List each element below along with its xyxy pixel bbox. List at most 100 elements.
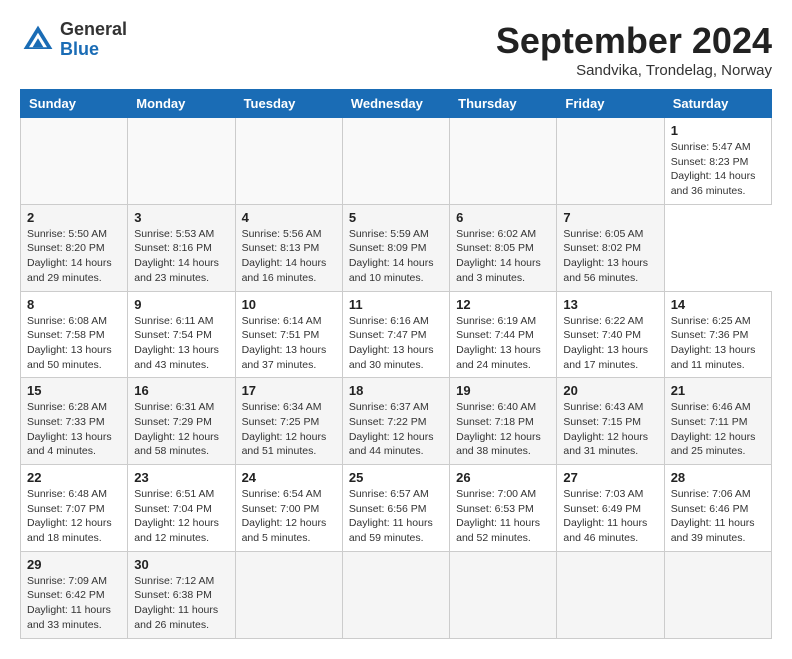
day-detail: Sunrise: 6:46 AMSunset: 7:11 PMDaylight:… [671,400,765,459]
day-number: 17 [242,383,336,398]
calendar-cell: 23 Sunrise: 6:51 AMSunset: 7:04 PMDayligh… [128,465,235,552]
day-number: 5 [349,210,443,225]
calendar-cell: 19 Sunrise: 6:40 AMSunset: 7:18 PMDayligh… [450,378,557,465]
day-detail: Sunrise: 6:16 AMSunset: 7:47 PMDaylight:… [349,314,443,373]
day-detail: Sunrise: 6:40 AMSunset: 7:18 PMDaylight:… [456,400,550,459]
column-header-monday: Monday [128,90,235,118]
day-number: 29 [27,557,121,572]
column-header-thursday: Thursday [450,90,557,118]
column-header-sunday: Sunday [21,90,128,118]
month-title: September 2024 [496,20,772,62]
day-number: 21 [671,383,765,398]
calendar-cell: 28 Sunrise: 7:06 AMSunset: 6:46 PMDayligh… [664,465,771,552]
calendar-cell [342,551,449,638]
day-number: 9 [134,297,228,312]
day-detail: Sunrise: 6:51 AMSunset: 7:04 PMDaylight:… [134,487,228,546]
day-number: 3 [134,210,228,225]
calendar-cell: 12Sunrise: 6:19 AMSunset: 7:44 PMDayligh… [450,291,557,378]
column-header-tuesday: Tuesday [235,90,342,118]
page-header: General Blue September 2024 Sandvika, Tr… [20,20,772,79]
calendar-week-row: 2 Sunrise: 5:50 AMSunset: 8:20 PMDaylight… [21,204,772,291]
calendar-cell: 15Sunrise: 6:28 AMSunset: 7:33 PMDayligh… [21,378,128,465]
day-detail: Sunrise: 6:34 AMSunset: 7:25 PMDaylight:… [242,400,336,459]
day-detail: Sunrise: 7:00 AMSunset: 6:53 PMDaylight:… [456,487,550,546]
day-number: 8 [27,297,121,312]
logo: General Blue [20,20,127,60]
calendar-cell [557,118,664,205]
calendar-cell: 21 Sunrise: 6:46 AMSunset: 7:11 PMDayligh… [664,378,771,465]
day-number: 25 [349,470,443,485]
calendar-cell [235,551,342,638]
day-number: 30 [134,557,228,572]
calendar-week-row: 29 Sunrise: 7:09 AMSunset: 6:42 PMDayligh… [21,551,772,638]
logo-icon [20,22,56,58]
calendar-table: SundayMondayTuesdayWednesdayThursdayFrid… [20,89,772,639]
calendar-cell [450,118,557,205]
column-header-saturday: Saturday [664,90,771,118]
day-detail: Sunrise: 5:56 AMSunset: 8:13 PMDaylight:… [242,227,336,286]
day-number: 1 [671,123,765,138]
day-number: 26 [456,470,550,485]
calendar-cell: 2 Sunrise: 5:50 AMSunset: 8:20 PMDaylight… [21,204,128,291]
calendar-cell: 8 Sunrise: 6:08 AMSunset: 7:58 PMDaylight… [21,291,128,378]
calendar-cell: 3Sunrise: 5:53 AMSunset: 8:16 PMDaylight… [128,204,235,291]
calendar-cell [128,118,235,205]
calendar-week-row: 15Sunrise: 6:28 AMSunset: 7:33 PMDayligh… [21,378,772,465]
day-detail: Sunrise: 6:22 AMSunset: 7:40 PMDaylight:… [563,314,657,373]
day-detail: Sunrise: 5:47 AMSunset: 8:23 PMDaylight:… [671,140,765,199]
calendar-cell: 29 Sunrise: 7:09 AMSunset: 6:42 PMDayligh… [21,551,128,638]
calendar-cell: 20 Sunrise: 6:43 AMSunset: 7:15 PMDayligh… [557,378,664,465]
day-detail: Sunrise: 6:05 AMSunset: 8:02 PMDaylight:… [563,227,657,286]
day-detail: Sunrise: 6:11 AMSunset: 7:54 PMDaylight:… [134,314,228,373]
calendar-cell: 27 Sunrise: 7:03 AMSunset: 6:49 PMDayligh… [557,465,664,552]
calendar-cell [557,551,664,638]
day-detail: Sunrise: 6:19 AMSunset: 7:44 PMDaylight:… [456,314,550,373]
day-number: 28 [671,470,765,485]
calendar-cell: 5 Sunrise: 5:59 AMSunset: 8:09 PMDaylight… [342,204,449,291]
day-detail: Sunrise: 6:28 AMSunset: 7:33 PMDaylight:… [27,400,121,459]
day-number: 18 [349,383,443,398]
calendar-week-row: 1 Sunrise: 5:47 AMSunset: 8:23 PMDaylight… [21,118,772,205]
column-header-friday: Friday [557,90,664,118]
calendar-cell: 1 Sunrise: 5:47 AMSunset: 8:23 PMDaylight… [664,118,771,205]
day-number: 7 [563,210,657,225]
calendar-cell [342,118,449,205]
day-detail: Sunrise: 7:03 AMSunset: 6:49 PMDaylight:… [563,487,657,546]
day-detail: Sunrise: 5:50 AMSunset: 8:20 PMDaylight:… [27,227,121,286]
day-number: 2 [27,210,121,225]
calendar-cell: 30 Sunrise: 7:12 AMSunset: 6:38 PMDayligh… [128,551,235,638]
calendar-cell: 16Sunrise: 6:31 AMSunset: 7:29 PMDayligh… [128,378,235,465]
day-detail: Sunrise: 6:08 AMSunset: 7:58 PMDaylight:… [27,314,121,373]
calendar-cell: 22Sunrise: 6:48 AMSunset: 7:07 PMDayligh… [21,465,128,552]
day-detail: Sunrise: 7:06 AMSunset: 6:46 PMDaylight:… [671,487,765,546]
day-number: 20 [563,383,657,398]
calendar-cell: 7 Sunrise: 6:05 AMSunset: 8:02 PMDaylight… [557,204,664,291]
day-detail: Sunrise: 5:59 AMSunset: 8:09 PMDaylight:… [349,227,443,286]
calendar-cell: 14 Sunrise: 6:25 AMSunset: 7:36 PMDayligh… [664,291,771,378]
day-number: 13 [563,297,657,312]
calendar-cell [235,118,342,205]
day-detail: Sunrise: 6:37 AMSunset: 7:22 PMDaylight:… [349,400,443,459]
calendar-cell: 11 Sunrise: 6:16 AMSunset: 7:47 PMDayligh… [342,291,449,378]
logo-text: General Blue [60,20,127,60]
day-number: 11 [349,297,443,312]
day-number: 23 [134,470,228,485]
day-number: 14 [671,297,765,312]
day-number: 27 [563,470,657,485]
location: Sandvika, Trondelag, Norway [496,62,772,79]
day-detail: Sunrise: 6:54 AMSunset: 7:00 PMDaylight:… [242,487,336,546]
calendar-cell: 17 Sunrise: 6:34 AMSunset: 7:25 PMDayligh… [235,378,342,465]
day-detail: Sunrise: 6:57 AMSunset: 6:56 PMDaylight:… [349,487,443,546]
calendar-cell [664,551,771,638]
day-detail: Sunrise: 7:12 AMSunset: 6:38 PMDaylight:… [134,574,228,633]
calendar-cell: 24Sunrise: 6:54 AMSunset: 7:00 PMDayligh… [235,465,342,552]
day-detail: Sunrise: 7:09 AMSunset: 6:42 PMDaylight:… [27,574,121,633]
day-detail: Sunrise: 6:43 AMSunset: 7:15 PMDaylight:… [563,400,657,459]
column-header-wednesday: Wednesday [342,90,449,118]
calendar-header-row: SundayMondayTuesdayWednesdayThursdayFrid… [21,90,772,118]
day-number: 4 [242,210,336,225]
calendar-cell: 18 Sunrise: 6:37 AMSunset: 7:22 PMDayligh… [342,378,449,465]
day-number: 19 [456,383,550,398]
calendar-cell [450,551,557,638]
day-detail: Sunrise: 6:25 AMSunset: 7:36 PMDaylight:… [671,314,765,373]
